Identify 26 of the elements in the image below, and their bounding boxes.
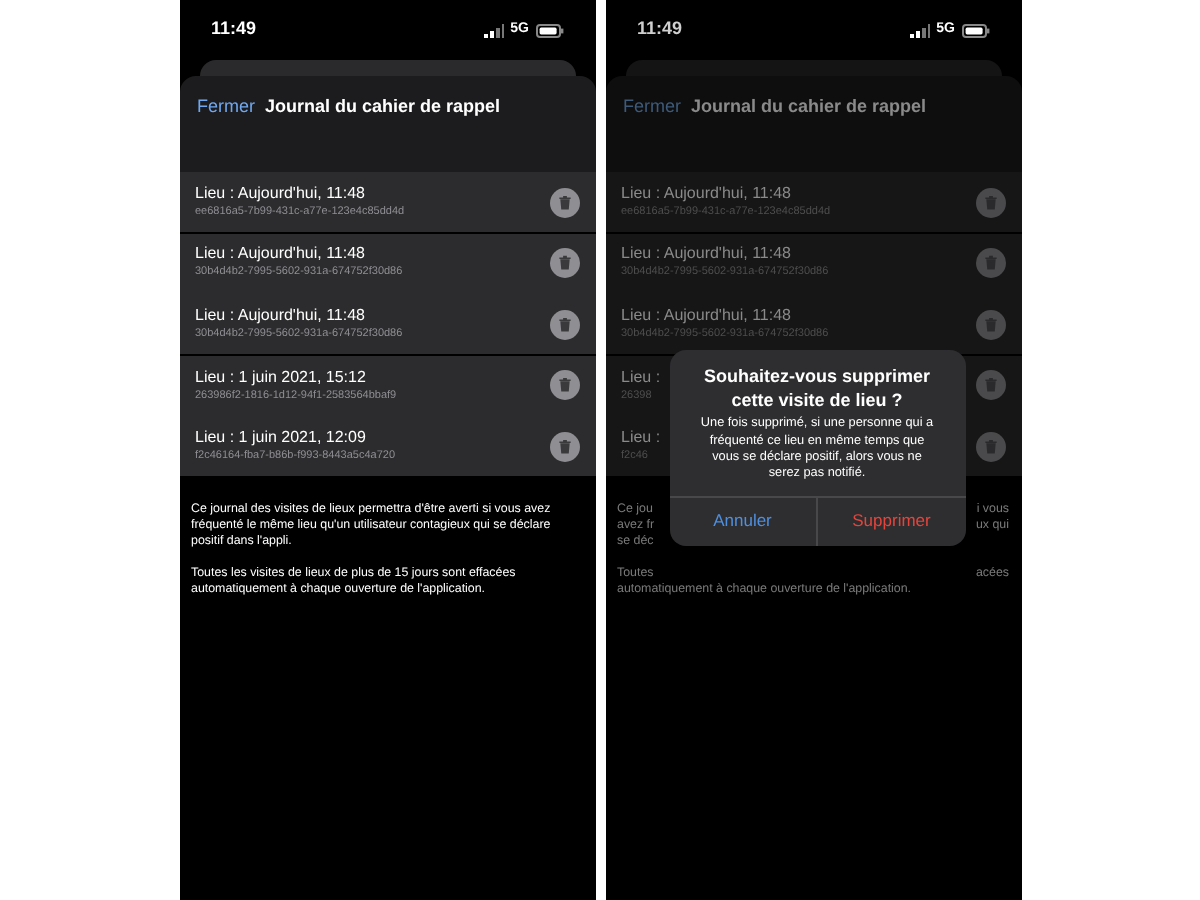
- visit-title: Lieu :: [621, 369, 661, 386]
- visit-title: Lieu : 1 juin 2021, 15:12: [195, 369, 368, 386]
- status-time: 11:49: [211, 16, 257, 43]
- sheet-title: Journal du cahier de rappel: [265, 94, 501, 121]
- close-button[interactable]: Fermer: [197, 94, 255, 122]
- trash-icon[interactable]: [549, 187, 579, 217]
- trash-icon[interactable]: [549, 248, 579, 279]
- visit-title: Lieu : Aujourd'hui, 11:48: [195, 246, 367, 263]
- visit-title: Lieu : 1 juin 2021, 12:09: [195, 430, 368, 447]
- trash-icon[interactable]: [549, 431, 579, 462]
- sheet-title: Journal du cahier de rappel: [691, 94, 927, 121]
- visit-title: Lieu : Aujourd'hui, 11:48: [621, 307, 793, 324]
- visit-title: Lieu :: [621, 430, 661, 447]
- signal-icon: [484, 23, 505, 37]
- dialog-title: Souhaitez-vous supprimer cette visite de lieu ?: [701, 366, 933, 413]
- visit-title: Lieu : Aujourd'hui, 11:48: [195, 185, 367, 202]
- battery-icon: [535, 23, 563, 37]
- visit-title: Lieu : Aujourd'hui, 11:48: [195, 307, 367, 324]
- visit-title: Lieu : Aujourd'hui, 11:48: [621, 185, 793, 202]
- visit-title: Lieu : Aujourd'hui, 11:48: [621, 246, 793, 263]
- trash-icon[interactable]: [549, 309, 579, 340]
- cancel-button[interactable]: Annuler: [669, 497, 816, 546]
- status-time: 11:49: [637, 16, 683, 43]
- signal-icon: [910, 23, 931, 37]
- trash-icon[interactable]: [549, 370, 579, 401]
- battery-icon: [961, 23, 989, 37]
